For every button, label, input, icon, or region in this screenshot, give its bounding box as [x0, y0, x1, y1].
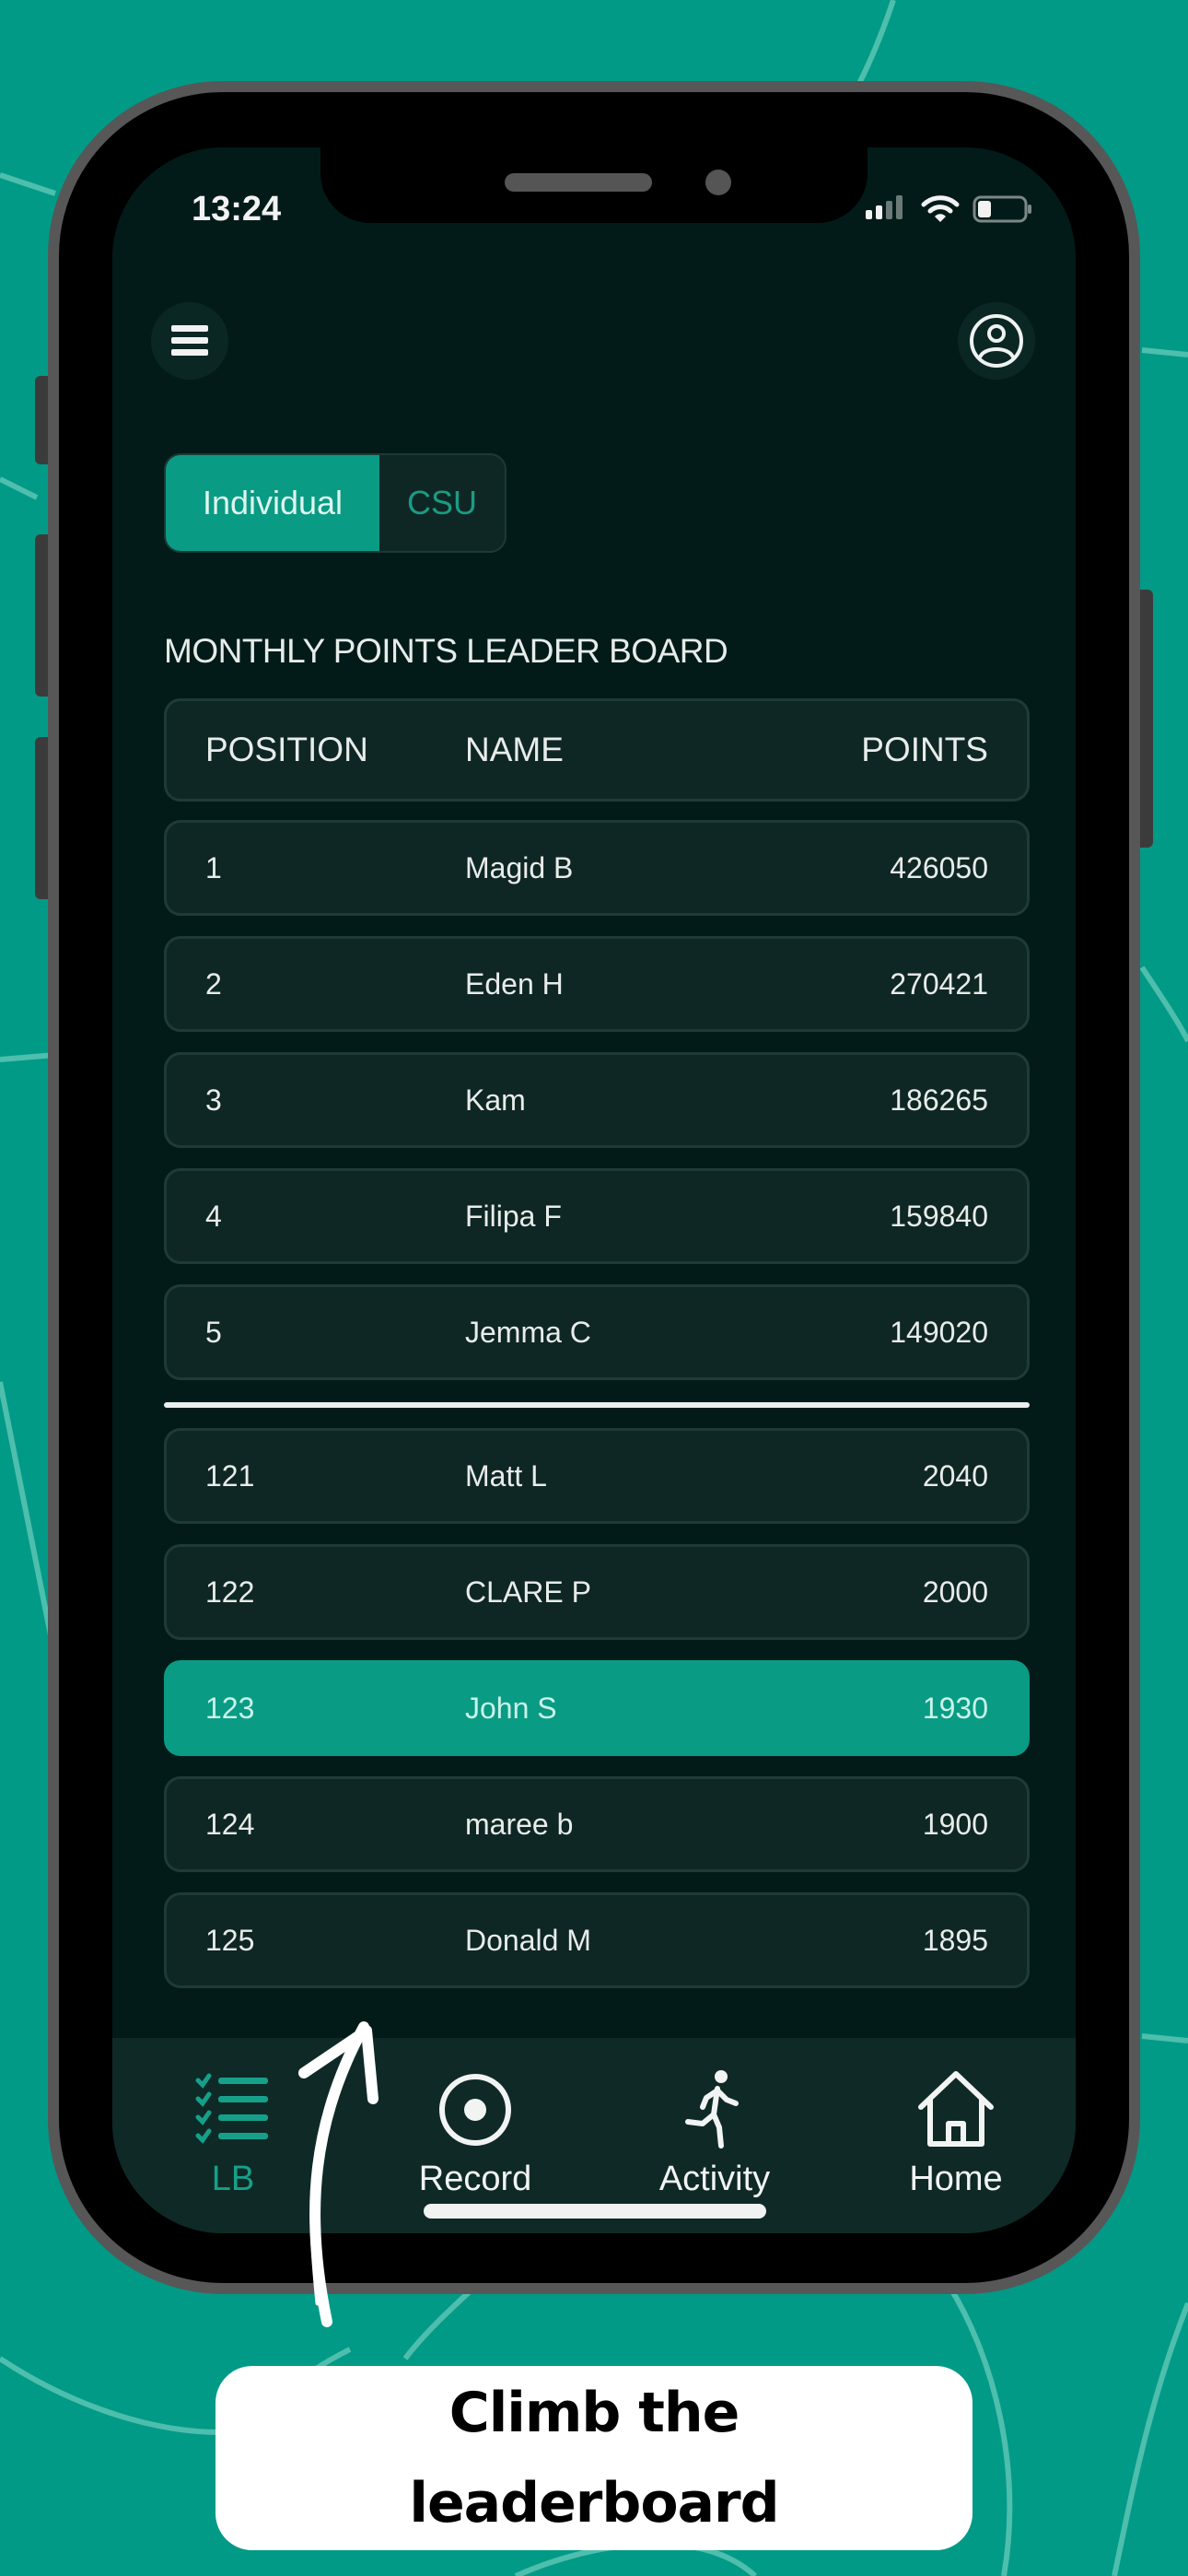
app-screen: 13:24 Individual CSU MONTHLY POINTS LEAD… [112, 147, 1076, 2233]
table-row[interactable]: 5 Jemma C 149020 [164, 1284, 1030, 1380]
row-points: 1930 [922, 1691, 988, 1725]
row-name: CLARE P [465, 1575, 591, 1609]
row-name: Matt L [465, 1458, 547, 1493]
row-position: 121 [205, 1458, 255, 1493]
bottom-tab-bar: LB Record Activity Home [112, 2038, 1076, 2233]
tab-record[interactable]: Record [392, 2064, 558, 2199]
row-position: 123 [205, 1691, 255, 1725]
wifi-icon [921, 195, 960, 222]
row-points: 2040 [922, 1458, 988, 1493]
hamburger-menu-icon [171, 325, 208, 356]
row-points: 186265 [890, 1083, 988, 1117]
user-circle-icon [970, 314, 1023, 368]
column-header-name: NAME [465, 731, 564, 768]
column-header-position: POSITION [205, 731, 368, 768]
column-header-points: POINTS [861, 731, 988, 768]
status-icons [864, 193, 1033, 225]
ranking-divider [164, 1402, 1030, 1408]
row-points: 159840 [890, 1199, 988, 1233]
promo-caption-box: Climb the leaderboard [215, 2366, 973, 2550]
row-position: 124 [205, 1807, 255, 1841]
leaderboard-title: MONTHLY POINTS LEADER BOARD [164, 632, 728, 670]
tab-label: LB [211, 2160, 255, 2198]
row-points: 426050 [890, 850, 988, 884]
tab-label: Activity [658, 2160, 771, 2198]
row-position: 125 [205, 1923, 255, 1957]
table-row[interactable]: 122 CLARE P 2000 [164, 1544, 1030, 1640]
row-name: maree b [465, 1807, 574, 1841]
profile-button[interactable] [958, 302, 1035, 380]
row-position: 1 [205, 850, 222, 884]
table-row[interactable]: 124 maree b 1900 [164, 1776, 1030, 1872]
table-row[interactable]: 4 Filipa F 159840 [164, 1168, 1030, 1264]
row-points: 149020 [890, 1315, 988, 1349]
caption-line-1: Climb the [448, 2381, 740, 2445]
phone-notch [320, 147, 868, 223]
tab-activity[interactable]: Activity [632, 2064, 798, 2199]
row-name: Donald M [465, 1923, 591, 1957]
tab-lb[interactable]: LB [150, 2064, 316, 2199]
record-icon [439, 2074, 511, 2146]
row-position: 5 [205, 1315, 222, 1349]
row-name: Jemma C [465, 1315, 591, 1349]
table-row[interactable]: 2 Eden H 270421 [164, 936, 1030, 1032]
table-header: POSITION NAME POINTS [164, 698, 1030, 802]
caption-line-2: leaderboard [409, 2471, 779, 2535]
home-indicator[interactable] [424, 2204, 766, 2219]
row-points: 1900 [922, 1807, 988, 1841]
tab-home[interactable]: Home [873, 2064, 1039, 2199]
signal-icon [866, 195, 903, 219]
home-icon [918, 2071, 994, 2147]
table-row[interactable]: 3 Kam 186265 [164, 1052, 1030, 1148]
battery-icon [973, 195, 1031, 223]
tab-label: Home [909, 2160, 1003, 2198]
table-row[interactable]: 1 Magid B 426050 [164, 820, 1030, 916]
menu-button[interactable] [151, 302, 228, 380]
row-position: 3 [205, 1083, 222, 1117]
table-row[interactable]: 121 Matt L 2040 [164, 1428, 1030, 1524]
row-position: 4 [205, 1199, 222, 1233]
tab-csu[interactable]: CSU [379, 455, 505, 551]
front-camera [705, 170, 731, 195]
leaderboard-type-toggle: Individual CSU [164, 453, 507, 553]
row-name: Filipa F [465, 1199, 562, 1233]
running-person-icon [685, 2070, 739, 2149]
tab-label: Record [418, 2160, 532, 2198]
speaker-grille [505, 173, 652, 192]
row-points: 1895 [922, 1923, 988, 1957]
row-name: Magid B [465, 850, 574, 884]
row-position: 122 [205, 1575, 255, 1609]
status-time: 13:24 [192, 190, 282, 228]
row-name: Kam [465, 1083, 526, 1117]
table-row-current-user[interactable]: 123 John S 1930 [164, 1660, 1030, 1756]
tab-individual[interactable]: Individual [166, 455, 379, 551]
table-row[interactable]: 125 Donald M 1895 [164, 1892, 1030, 1988]
row-position: 2 [205, 966, 222, 1001]
row-name: Eden H [465, 966, 564, 1001]
checklist-icon [195, 2073, 268, 2144]
row-points: 2000 [922, 1575, 988, 1609]
row-points: 270421 [890, 966, 988, 1001]
row-name: John S [465, 1691, 557, 1725]
